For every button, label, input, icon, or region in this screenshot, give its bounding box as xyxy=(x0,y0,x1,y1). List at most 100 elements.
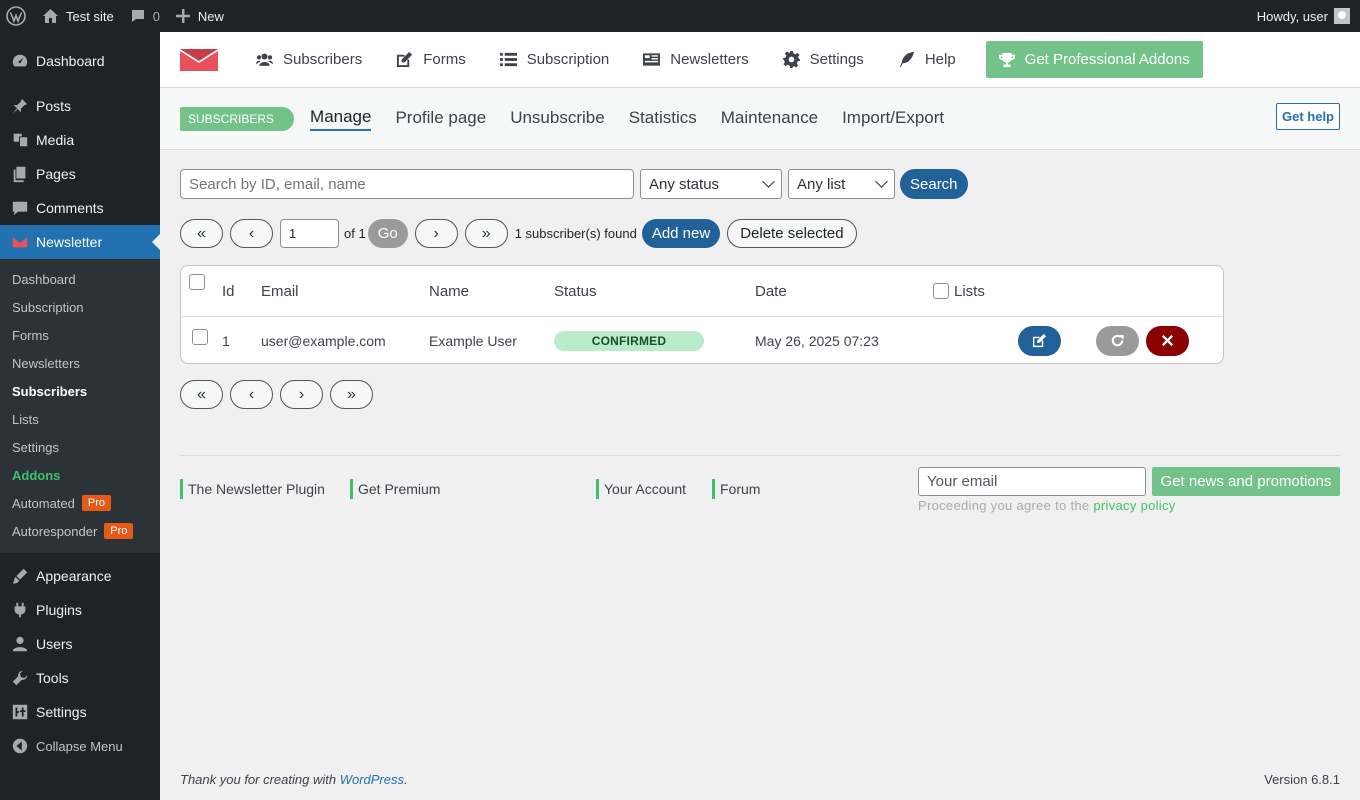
submenu-label: Subscribers xyxy=(12,383,88,399)
next-page-button[interactable]: › xyxy=(280,380,323,409)
submenu-autoresponder[interactable]: Autoresponder Pro xyxy=(0,517,160,545)
go-button[interactable]: Go xyxy=(367,219,408,248)
row-checkbox[interactable] xyxy=(192,329,208,345)
get-pro-addons-button[interactable]: Get Professional Addons xyxy=(985,41,1203,78)
list-select[interactable]: Any list xyxy=(788,169,895,199)
header-lists: Lists xyxy=(954,282,985,300)
site-name-link[interactable]: Test site xyxy=(34,0,122,32)
submenu-forms[interactable]: Forms xyxy=(0,321,160,349)
newsletter-email-input[interactable]: Your email xyxy=(918,467,1146,496)
topnav-label: Settings xyxy=(809,51,864,68)
tab-unsubscribe[interactable]: Unsubscribe xyxy=(510,108,605,130)
tab-import-export[interactable]: Import/Export xyxy=(842,108,944,130)
last-page-button[interactable]: » xyxy=(464,219,508,248)
resend-button[interactable] xyxy=(1096,325,1139,356)
topnav-subscription[interactable]: Subscription xyxy=(499,51,610,68)
brush-icon xyxy=(10,566,30,586)
sidebar-item-users[interactable]: Users xyxy=(0,627,160,661)
edit-button[interactable] xyxy=(1018,325,1061,356)
header-email[interactable]: Email xyxy=(261,266,299,316)
footer-link-plugin[interactable]: The Newsletter Plugin xyxy=(180,479,325,499)
prev-page-button[interactable]: ‹ xyxy=(230,380,273,409)
sidebar-item-pages[interactable]: Pages xyxy=(0,157,160,191)
cell-date: May 26, 2025 07:23 xyxy=(755,332,879,349)
wrench-icon xyxy=(10,668,30,688)
dashboard-icon xyxy=(10,51,30,71)
footer-link-forum[interactable]: Forum xyxy=(712,479,760,499)
thanks-suffix: . xyxy=(404,772,408,787)
collapse-menu-button[interactable]: Collapse Menu xyxy=(0,729,160,763)
header-status[interactable]: Status xyxy=(554,266,597,316)
tab-maintenance[interactable]: Maintenance xyxy=(721,108,818,130)
sidebar-item-tools[interactable]: Tools xyxy=(0,661,160,695)
wordpress-logo-icon[interactable] xyxy=(0,0,34,32)
newsletter-icon xyxy=(10,232,30,252)
submenu-subscription[interactable]: Subscription xyxy=(0,293,160,321)
first-page-button[interactable]: « xyxy=(180,380,223,409)
footer-link-premium[interactable]: Get Premium xyxy=(350,479,440,499)
submenu-subscribers[interactable]: Subscribers xyxy=(0,377,160,405)
submenu-dashboard[interactable]: Dashboard xyxy=(0,265,160,293)
avatar xyxy=(1334,8,1350,24)
new-content-link[interactable]: New xyxy=(168,0,232,32)
newsletter-logo-icon[interactable] xyxy=(180,48,218,71)
sidebar-item-media[interactable]: Media xyxy=(0,123,160,157)
header-name[interactable]: Name xyxy=(429,266,469,316)
topnav-subscribers[interactable]: Subscribers xyxy=(256,51,362,68)
sidebar-item-dashboard[interactable]: Dashboard xyxy=(0,44,160,78)
submenu-label: Lists xyxy=(12,411,39,427)
status-select[interactable]: Any status xyxy=(640,169,782,199)
delete-selected-button[interactable]: Delete selected xyxy=(727,219,857,248)
search-button[interactable]: Search xyxy=(900,169,968,199)
tab-statistics[interactable]: Statistics xyxy=(629,108,697,130)
sidebar-item-appearance[interactable]: Appearance xyxy=(0,559,160,593)
comments-link[interactable]: 0 xyxy=(122,0,168,32)
footer-link-account[interactable]: Your Account xyxy=(596,479,686,499)
topnav-newsletters[interactable]: Newsletters xyxy=(643,51,749,68)
sidebar-item-label: Settings xyxy=(36,704,87,720)
submenu-addons[interactable]: Addons xyxy=(0,461,160,489)
privacy-policy-link[interactable]: privacy policy xyxy=(1093,498,1175,513)
last-page-button[interactable]: » xyxy=(330,380,373,409)
get-help-button[interactable]: Get help xyxy=(1275,103,1340,130)
pager-top: « ‹ of 1 Go › » 1 subscriber(s) found Ad… xyxy=(180,219,857,248)
topnav-label: Newsletters xyxy=(670,51,749,68)
sidebar-item-label: Media xyxy=(36,132,75,148)
list-select-value: Any list xyxy=(797,175,846,193)
select-all-checkbox[interactable] xyxy=(189,274,205,290)
page-number-input[interactable] xyxy=(280,219,339,248)
lists-checkbox[interactable] xyxy=(933,283,949,299)
search-input[interactable] xyxy=(180,169,634,199)
add-new-button[interactable]: Add new xyxy=(641,219,721,248)
sidebar-item-label: Comments xyxy=(36,200,104,216)
tab-manage[interactable]: Manage xyxy=(310,107,372,131)
delete-button[interactable] xyxy=(1146,325,1189,356)
get-news-button[interactable]: Get news and promotions xyxy=(1152,467,1340,496)
next-page-button[interactable]: › xyxy=(414,219,458,248)
sidebar-item-settings[interactable]: Settings xyxy=(0,695,160,729)
wordpress-link[interactable]: WordPress xyxy=(340,772,404,787)
edit-icon xyxy=(1032,333,1047,348)
prev-page-button[interactable]: ‹ xyxy=(230,219,273,248)
chevron-down-icon xyxy=(875,175,888,188)
header-id[interactable]: Id xyxy=(222,266,235,316)
topnav-forms[interactable]: Forms xyxy=(396,51,466,68)
sidebar-item-plugins[interactable]: Plugins xyxy=(0,593,160,627)
topnav-settings[interactable]: Settings xyxy=(782,51,864,68)
topnav-label: Subscription xyxy=(526,51,610,68)
submenu-label: Settings xyxy=(12,439,59,455)
sidebar-item-newsletter[interactable]: Newsletter xyxy=(0,225,160,259)
submenu-label: Subscription xyxy=(12,299,84,315)
first-page-button[interactable]: « xyxy=(180,219,223,248)
sidebar-item-comments[interactable]: Comments xyxy=(0,191,160,225)
submenu-newsletters[interactable]: Newsletters xyxy=(0,349,160,377)
submenu-lists[interactable]: Lists xyxy=(0,405,160,433)
collapse-label: Collapse Menu xyxy=(36,738,123,754)
my-account-link[interactable]: Howdy, user xyxy=(1257,8,1360,24)
sidebar-item-posts[interactable]: Posts xyxy=(0,89,160,123)
submenu-settings[interactable]: Settings xyxy=(0,433,160,461)
tab-profile-page[interactable]: Profile page xyxy=(395,108,486,130)
header-date[interactable]: Date xyxy=(755,266,787,316)
topnav-help[interactable]: Help xyxy=(898,51,956,68)
submenu-automated[interactable]: Automated Pro xyxy=(0,489,160,517)
